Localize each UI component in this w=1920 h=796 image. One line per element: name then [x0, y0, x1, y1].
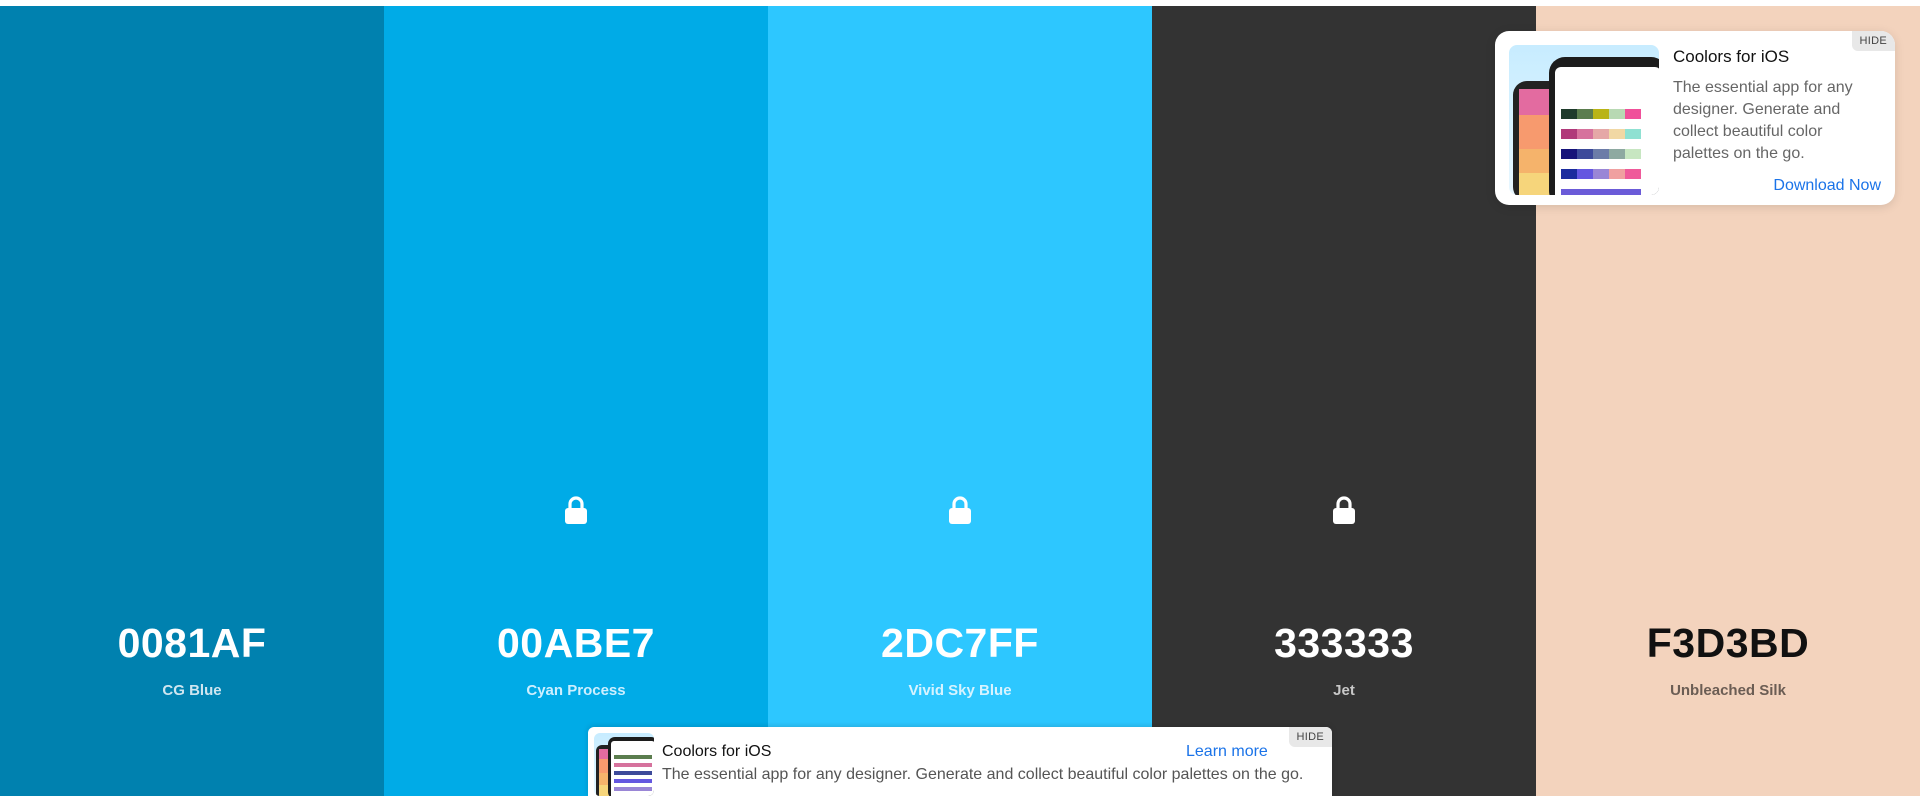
swatch-hex[interactable]: 333333 — [1152, 620, 1536, 667]
swatch-3[interactable]: 2DC7FF Vivid Sky Blue — [768, 6, 1152, 796]
ad-description: The essential app for any designer. Gene… — [1673, 79, 1853, 162]
learn-more-link[interactable]: Learn more — [1186, 743, 1268, 761]
swatch-name[interactable]: CG Blue — [0, 682, 384, 699]
swatch-name[interactable]: Cyan Process — [384, 682, 768, 699]
ad-title: Coolors for iOS — [1673, 47, 1790, 66]
swatch-hex[interactable]: 2DC7FF — [768, 620, 1152, 667]
hide-ad-button[interactable]: HIDE — [1288, 727, 1332, 747]
download-now-link[interactable]: Download Now — [1773, 177, 1881, 195]
swatch-2[interactable]: 00ABE7 Cyan Process — [384, 6, 768, 796]
app-preview-image — [594, 733, 654, 796]
swatch-name[interactable]: Jet — [1152, 682, 1536, 699]
swatch-hex[interactable]: 00ABE7 — [384, 620, 768, 667]
lock-icon[interactable] — [561, 492, 591, 526]
lock-icon[interactable] — [945, 492, 975, 526]
ad-description: The essential app for any designer. Gene… — [662, 766, 1304, 783]
ad-title: Coolors for iOS — [662, 743, 772, 760]
swatch-name[interactable]: Vivid Sky Blue — [768, 682, 1152, 699]
swatch-hex[interactable]: 0081AF — [0, 620, 384, 667]
swatch-name[interactable]: Unbleached Silk — [1536, 682, 1920, 699]
hide-ad-button[interactable]: HIDE — [1851, 31, 1895, 51]
swatch-1[interactable]: 0081AF CG Blue — [0, 6, 384, 796]
swatch-hex[interactable]: F3D3BD — [1536, 620, 1920, 667]
app-preview-image — [1509, 45, 1659, 195]
lock-icon[interactable] — [1329, 492, 1359, 526]
ad-banner[interactable]: Coolors for iOS The essential app for an… — [588, 727, 1332, 796]
swatch-4[interactable]: 333333 Jet — [1152, 6, 1536, 796]
ad-card[interactable]: Coolors for iOS The essential app for an… — [1495, 31, 1895, 205]
